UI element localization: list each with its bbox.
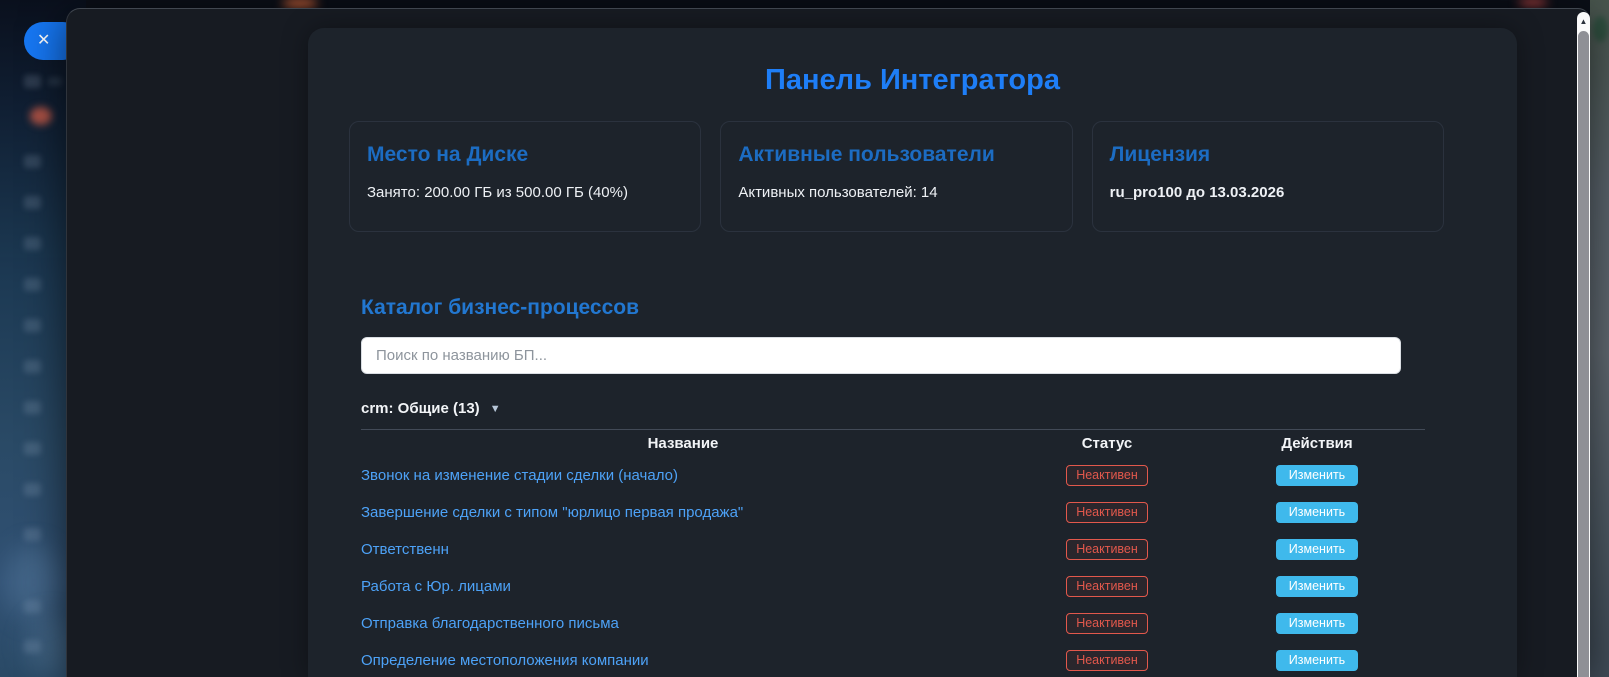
blurred-sidebar-icon bbox=[24, 401, 41, 414]
scroll-up-arrow-icon[interactable]: ▲ bbox=[1577, 15, 1590, 29]
stat-card: Активные пользователи Активных пользоват… bbox=[720, 121, 1072, 232]
search-input[interactable] bbox=[361, 337, 1401, 374]
blurred-sidebar-icon bbox=[24, 483, 41, 496]
table-row: Определение местоположения компании Неак… bbox=[361, 642, 1425, 677]
blurred-sidebar-icon bbox=[24, 196, 41, 209]
table-row: Отправка благодарственного письма Неакти… bbox=[361, 605, 1425, 642]
bp-name-link[interactable]: Ответственн bbox=[361, 541, 449, 558]
edit-button[interactable]: Изменить bbox=[1276, 650, 1358, 671]
blurred-top-blob-red bbox=[1518, 0, 1548, 7]
edit-button[interactable]: Изменить bbox=[1276, 576, 1358, 597]
bp-name-link[interactable]: Звонок на изменение стадии сделки (начал… bbox=[361, 467, 678, 484]
close-icon: ✕ bbox=[37, 32, 50, 49]
stat-card-value: ru_pro100 до 13.03.2026 bbox=[1110, 184, 1426, 201]
blurred-sidebar-icon bbox=[24, 442, 41, 455]
table-body: Звонок на изменение стадии сделки (начал… bbox=[361, 457, 1425, 677]
edit-button[interactable]: Изменить bbox=[1276, 502, 1358, 523]
chevron-down-icon: ▼ bbox=[490, 403, 501, 415]
status-badge: Неактивен bbox=[1066, 650, 1148, 671]
blurred-sidebar-icon bbox=[24, 528, 41, 541]
bp-name-link[interactable]: Завершение сделки с типом "юрлицо первая… bbox=[361, 504, 743, 521]
blurred-right-blob-green bbox=[1593, 16, 1608, 42]
integrator-panel-content: Панель Интегратора Место на Диске Занято… bbox=[308, 28, 1517, 677]
blurred-sidebar-icon bbox=[24, 155, 41, 168]
blurred-right-background bbox=[1590, 0, 1609, 677]
stats-cards: Место на Диске Занято: 200.00 ГБ из 500.… bbox=[349, 121, 1444, 232]
stat-card-value: Занято: 200.00 ГБ из 500.00 ГБ (40%) bbox=[367, 184, 683, 201]
edit-button[interactable]: Изменить bbox=[1276, 539, 1358, 560]
table-row: Завершение сделки с типом "юрлицо первая… bbox=[361, 494, 1425, 531]
stat-card-title: Лицензия bbox=[1110, 143, 1426, 167]
table-header-row: Название Статус Действия bbox=[361, 430, 1425, 457]
bp-name-link[interactable]: Отправка благодарственного письма bbox=[361, 615, 619, 632]
scrollbar-thumb[interactable] bbox=[1578, 31, 1589, 677]
table-row: Работа с Юр. лицами Неактивен Изменить bbox=[361, 568, 1425, 605]
blurred-sidebar-icon bbox=[24, 360, 41, 373]
status-badge: Неактивен bbox=[1066, 502, 1148, 523]
blurred-sidebar-icon bbox=[24, 75, 41, 88]
table-row: Звонок на изменение стадии сделки (начал… bbox=[361, 457, 1425, 494]
blurred-sidebar-icon bbox=[48, 77, 62, 86]
blurred-background-glow bbox=[6, 545, 61, 620]
stat-card: Место на Диске Занято: 200.00 ГБ из 500.… bbox=[349, 121, 701, 232]
edit-button[interactable]: Изменить bbox=[1276, 465, 1358, 486]
scrollbar[interactable]: ▲ bbox=[1577, 12, 1590, 677]
status-badge: Неактивен bbox=[1066, 539, 1148, 560]
stat-card-value: Активных пользователей: 14 bbox=[738, 184, 1054, 201]
integrator-panel-modal: Панель Интегратора Место на Диске Занято… bbox=[66, 8, 1590, 677]
bp-group-label: crm: Общие (13) bbox=[361, 400, 480, 417]
status-badge: Неактивен bbox=[1066, 465, 1148, 486]
status-badge: Неактивен bbox=[1066, 576, 1148, 597]
table-row: Ответственн Неактивен Изменить bbox=[361, 531, 1425, 568]
blurred-sidebar-icon bbox=[24, 278, 41, 291]
column-header-status: Статус bbox=[1005, 435, 1209, 452]
stat-card-title: Место на Диске bbox=[367, 143, 683, 167]
catalog-title: Каталог бизнес-процессов bbox=[361, 296, 1425, 320]
page-title: Панель Интегратора bbox=[308, 61, 1517, 99]
blurred-sidebar-icon bbox=[24, 237, 41, 250]
bp-name-link[interactable]: Определение местоположения компании bbox=[361, 652, 649, 669]
bp-catalog-section: Каталог бизнес-процессов crm: Общие (13)… bbox=[361, 296, 1425, 677]
blurred-sidebar-icon bbox=[24, 319, 41, 332]
column-header-name: Название bbox=[361, 435, 1005, 452]
bp-group-toggle[interactable]: crm: Общие (13) ▼ bbox=[361, 400, 501, 417]
status-badge: Неактивен bbox=[1066, 613, 1148, 634]
blurred-notification-dot bbox=[30, 107, 52, 125]
bp-name-link[interactable]: Работа с Юр. лицами bbox=[361, 578, 511, 595]
stat-card: Лицензия ru_pro100 до 13.03.2026 bbox=[1092, 121, 1444, 232]
edit-button[interactable]: Изменить bbox=[1276, 613, 1358, 634]
column-header-actions: Действия bbox=[1209, 435, 1425, 452]
stat-card-title: Активные пользователи bbox=[738, 143, 1054, 167]
